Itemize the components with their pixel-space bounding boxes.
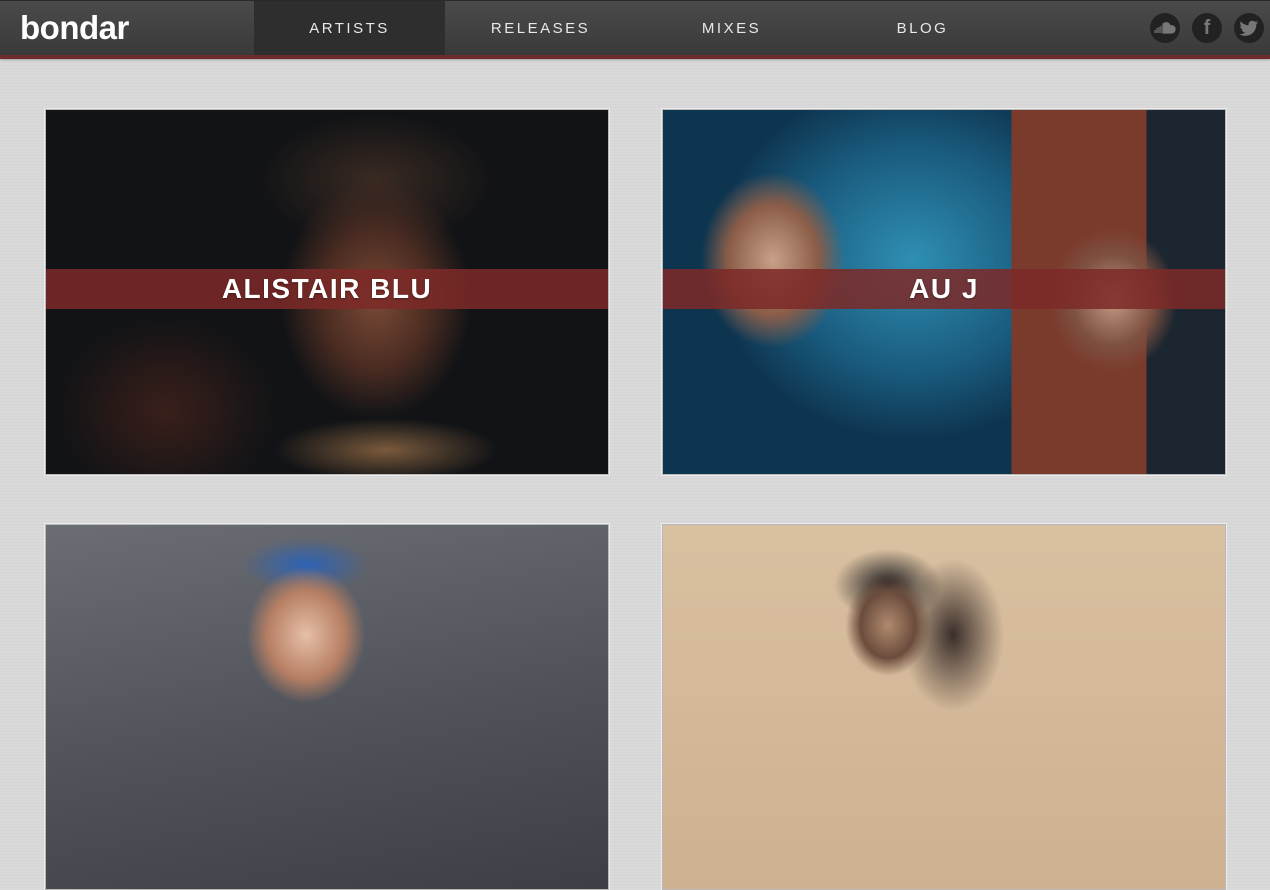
main-nav: ARTISTS RELEASES MIXES BLOG [254, 1, 1018, 56]
nav-item-releases[interactable]: RELEASES [445, 1, 636, 56]
site-logo[interactable]: bondar [20, 9, 129, 47]
artist-card[interactable]: AU J [662, 109, 1226, 475]
nav-item-artists[interactable]: ARTISTS [254, 1, 445, 56]
artist-name: AU J [909, 273, 979, 304]
artist-name-band: AU J [663, 269, 1225, 309]
artist-photo [46, 525, 608, 889]
artist-photo [663, 525, 1225, 889]
artist-name-band: ALISTAIR BLU [46, 269, 608, 309]
nav-item-blog[interactable]: BLOG [827, 1, 1018, 56]
twitter-icon[interactable] [1234, 13, 1264, 43]
header-accent-stripe [0, 55, 1270, 59]
soundcloud-icon[interactable] [1150, 13, 1180, 43]
social-links: f [1150, 13, 1264, 43]
nav-item-mixes[interactable]: MIXES [636, 1, 827, 56]
artist-card[interactable] [662, 524, 1226, 890]
artist-name: ALISTAIR BLU [221, 273, 433, 304]
artist-card[interactable] [45, 524, 609, 890]
facebook-glyph: f [1203, 16, 1211, 39]
facebook-icon[interactable]: f [1192, 13, 1222, 43]
top-navigation-bar: bondar ARTISTS RELEASES MIXES BLOG f [0, 0, 1270, 56]
artist-card[interactable]: ALISTAIR BLU [45, 109, 609, 475]
